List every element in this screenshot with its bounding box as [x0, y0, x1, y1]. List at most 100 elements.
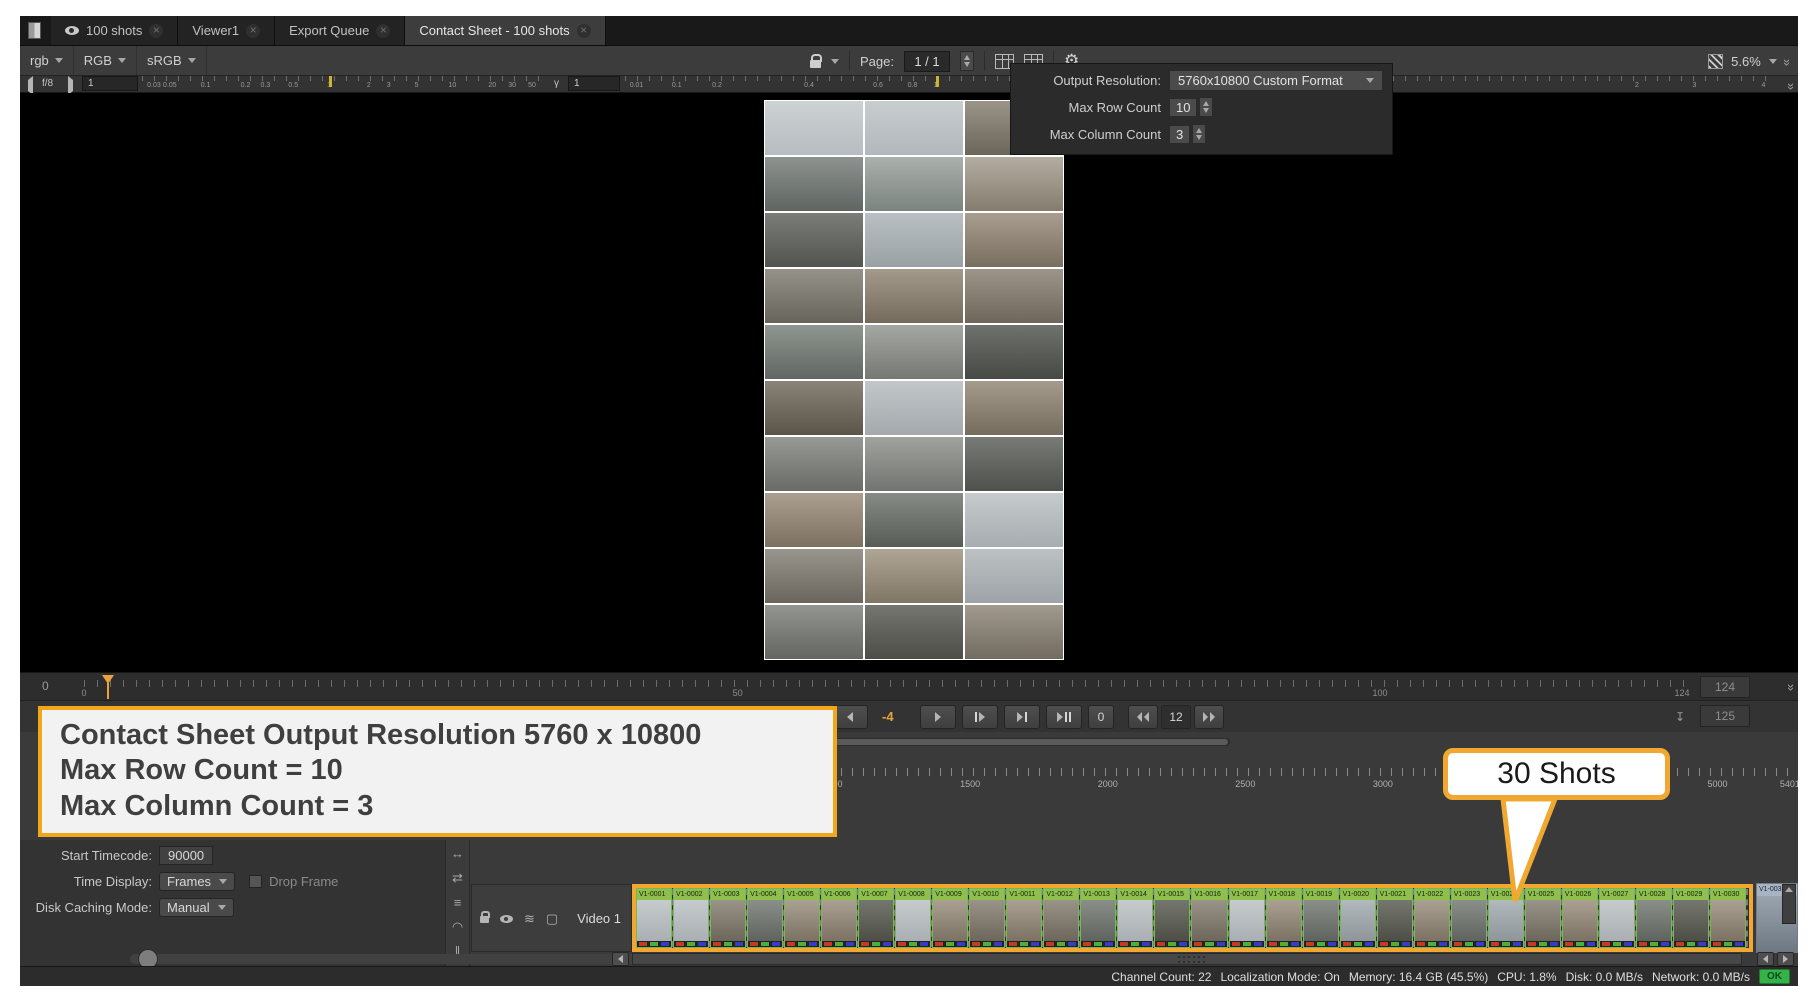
timeline-clip[interactable]: V1-0006	[822, 889, 856, 947]
timeline-clip[interactable]: V1-0019	[1304, 889, 1338, 947]
chevron-down-icon[interactable]	[1769, 59, 1777, 64]
max-row-spinner[interactable]	[1199, 97, 1213, 117]
contact-sheet-thumbnail[interactable]	[765, 213, 863, 267]
timeline-clip[interactable]: V1-0010	[970, 889, 1004, 947]
next-edit-button[interactable]	[1004, 705, 1040, 729]
frame-increment-field[interactable]: 12	[1161, 705, 1191, 729]
decrement-button[interactable]	[1128, 705, 1158, 729]
left-panel-scrollbar[interactable]	[130, 954, 640, 964]
contact-sheet-thumbnail[interactable]	[865, 437, 963, 491]
timeline-clip[interactable]: V1-0014	[1118, 889, 1152, 947]
lock-icon[interactable]	[810, 60, 821, 68]
contact-sheet-thumbnail[interactable]	[965, 157, 1063, 211]
tab-contact-sheet[interactable]: Contact Sheet - 100 shots ×	[405, 16, 605, 45]
contact-sheet-thumbnail[interactable]	[965, 381, 1063, 435]
export-frame-icon[interactable]: ↧	[1675, 710, 1685, 724]
time-display-dropdown[interactable]: Frames	[159, 872, 235, 891]
timeline-clip[interactable]: V1-0003	[711, 889, 745, 947]
timeline-clip[interactable]: V1-0015	[1155, 889, 1189, 947]
close-icon[interactable]: ×	[577, 24, 591, 38]
timeline-clip[interactable]: V1-0011	[1007, 889, 1041, 947]
timeline-clip[interactable]: V1-0001	[637, 889, 671, 947]
chevron-down-icon[interactable]	[831, 59, 839, 64]
page-spinner[interactable]	[960, 51, 974, 71]
scrollbar-grip[interactable]	[1178, 956, 1208, 963]
vertical-scrollbar[interactable]	[1782, 884, 1796, 924]
gamma-marker[interactable]	[936, 76, 939, 87]
drop-frame-checkbox[interactable]	[249, 875, 262, 888]
timeline-clip[interactable]: V1-0029	[1674, 889, 1708, 947]
contact-sheet-thumbnail[interactable]	[965, 605, 1063, 659]
timeline-clip[interactable]: V1-0017	[1230, 889, 1264, 947]
contact-sheet-thumbnail[interactable]	[865, 381, 963, 435]
zoom-level[interactable]: 5.6%	[1731, 54, 1761, 69]
timeline-tool-icon[interactable]: ◠	[452, 919, 463, 935]
contact-sheet-thumbnail[interactable]	[865, 213, 963, 267]
contact-sheet-thumbnail[interactable]	[765, 381, 863, 435]
increment-button[interactable]	[1194, 705, 1224, 729]
viewer-frame-ruler[interactable]: 0 050100124 124 »	[20, 672, 1798, 700]
contact-sheet-thumbnail[interactable]	[965, 213, 1063, 267]
contact-sheet-grid[interactable]	[764, 100, 1064, 660]
timeline-clip[interactable]: V1-0012	[1044, 889, 1078, 947]
layer-dropdown[interactable]: RGB	[74, 46, 137, 75]
track-visibility-icon[interactable]	[500, 915, 513, 923]
contact-sheet-thumbnail[interactable]	[765, 493, 863, 547]
track-header[interactable]: ≋ ▢ Video 1	[471, 884, 632, 952]
timeline-clip[interactable]: V1-0009	[933, 889, 967, 947]
tab-100-shots[interactable]: 100 shots ×	[51, 16, 178, 45]
tab-export-queue[interactable]: Export Queue ×	[275, 16, 405, 45]
timeline-clip[interactable]: V1-0008	[896, 889, 930, 947]
timeline-clip[interactable]: V1-0020	[1341, 889, 1375, 947]
max-column-spinner[interactable]	[1192, 124, 1206, 144]
contact-sheet-thumbnail[interactable]	[865, 269, 963, 323]
contact-sheet-thumbnail[interactable]	[865, 549, 963, 603]
contact-sheet-thumbnail[interactable]	[965, 549, 1063, 603]
timeline-tool-icon[interactable]: ↔	[451, 846, 464, 861]
gain-marker[interactable]	[329, 76, 332, 87]
scroll-left-button-2[interactable]	[1757, 952, 1774, 966]
start-timecode-field[interactable]: 90000	[159, 846, 213, 865]
contact-sheet-thumbnail[interactable]	[765, 157, 863, 211]
page-field[interactable]: 1 / 1	[904, 51, 950, 72]
timeline-clip[interactable]: V1-0016	[1192, 889, 1226, 947]
collapse-icon[interactable]: »	[1780, 58, 1795, 63]
collapse-icon[interactable]: »	[1784, 684, 1798, 689]
track-layers-icon[interactable]: ≋	[524, 911, 535, 927]
contact-sheet-thumbnail[interactable]	[865, 101, 963, 155]
contact-sheet-thumbnail[interactable]	[765, 605, 863, 659]
channel-dropdown[interactable]: rgb	[20, 46, 74, 75]
max-row-count-field[interactable]: 10	[1169, 98, 1197, 117]
duration-field[interactable]: 124	[1700, 676, 1750, 698]
scroll-left-button[interactable]	[612, 952, 629, 966]
timeline-clip[interactable]: V1-0002	[674, 889, 708, 947]
contact-sheet-thumbnail[interactable]	[965, 493, 1063, 547]
contact-sheet-thumbnail[interactable]	[765, 101, 863, 155]
proxy-stripes-icon[interactable]	[1708, 54, 1723, 69]
goto-end-button[interactable]	[1046, 705, 1082, 729]
timeline-tool-icon[interactable]: ⇄	[452, 870, 463, 886]
timeline-clip[interactable]: V1-0018	[1267, 889, 1301, 947]
scroll-right-button[interactable]	[1777, 952, 1794, 966]
skip-back-button[interactable]	[832, 705, 868, 729]
max-column-count-field[interactable]: 3	[1169, 125, 1190, 144]
timeline-clip[interactable]: V1-0021	[1378, 889, 1412, 947]
close-icon[interactable]: ×	[376, 24, 390, 38]
contact-sheet-thumbnail[interactable]	[765, 269, 863, 323]
viewer-canvas[interactable]	[20, 93, 1798, 672]
aperture-next-icon[interactable]	[68, 80, 73, 91]
gain-slider[interactable]: 0.030.050.10.20.30.5123510203050	[142, 76, 540, 92]
output-resolution-dropdown[interactable]: 5760x10800 Custom Format	[1169, 70, 1383, 91]
scroll-up-icon[interactable]	[1785, 887, 1793, 892]
timeline-clip[interactable]: V1-0030	[1711, 889, 1745, 947]
colorspace-dropdown[interactable]: sRGB	[137, 46, 207, 75]
contact-sheet-thumbnail[interactable]	[965, 269, 1063, 323]
timeline-clip[interactable]: V1-0005	[785, 889, 819, 947]
close-icon[interactable]: ×	[246, 24, 260, 38]
gain-field[interactable]: 1	[82, 76, 138, 91]
timeline-clip[interactable]: V1-0004	[748, 889, 782, 947]
timeline-scrollbar[interactable]	[632, 953, 1742, 965]
contact-sheet-thumbnail[interactable]	[765, 325, 863, 379]
timeline-clip[interactable]: V1-0027	[1600, 889, 1634, 947]
frame-ruler-strip[interactable]: 050100124	[84, 677, 1690, 697]
